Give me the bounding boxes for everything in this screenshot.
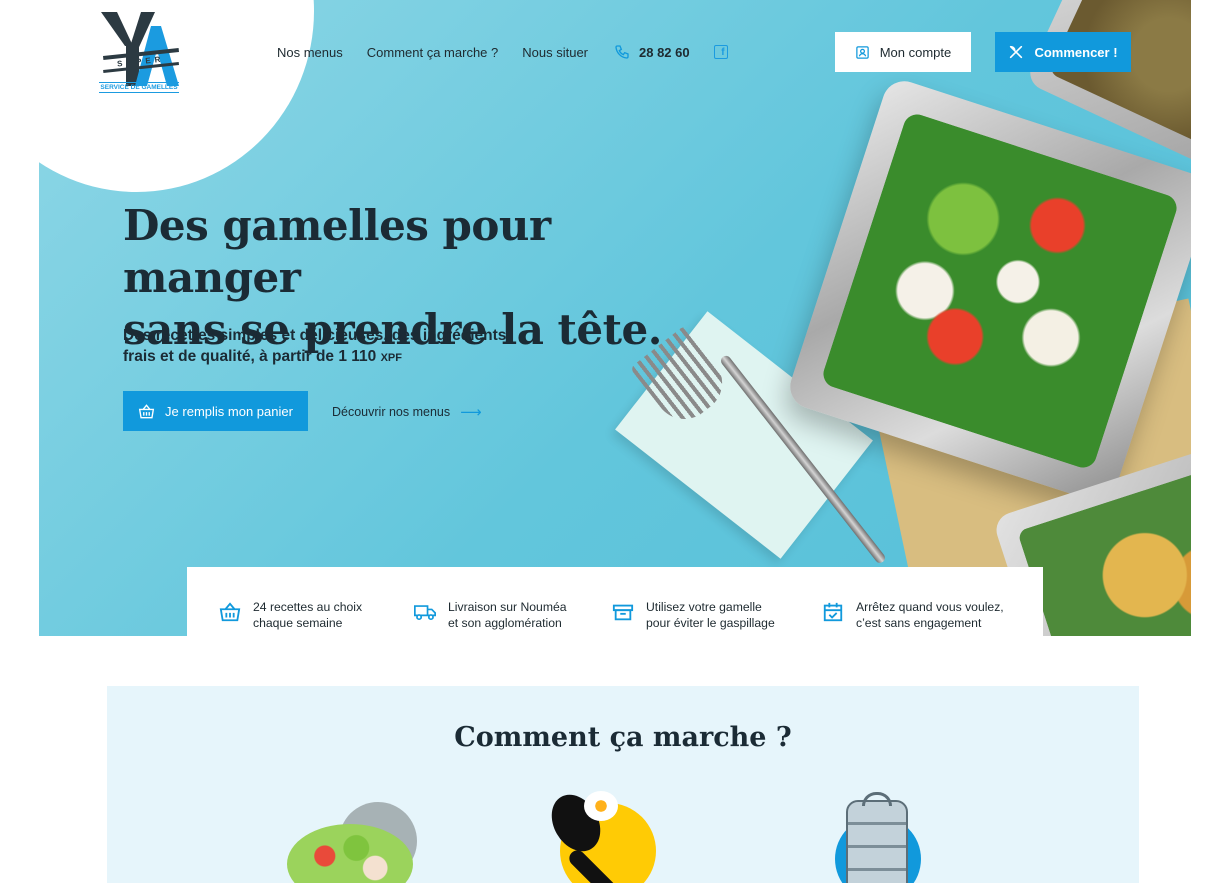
nav-link-menus[interactable]: Nos menus xyxy=(277,45,343,60)
discover-menus-link[interactable]: Découvrir nos menus ⟶ xyxy=(332,403,482,421)
phone-link[interactable]: 28 82 60 xyxy=(614,44,690,60)
phone-number: 28 82 60 xyxy=(639,44,690,60)
basket-icon xyxy=(219,602,241,622)
phone-icon xyxy=(615,45,629,59)
feature-line1: Arrêtez quand vous voulez, xyxy=(856,600,1004,614)
main-nav: Nos menus Comment ça marche ? Nous situe… xyxy=(277,44,728,60)
calendar-check-icon xyxy=(823,602,843,622)
hero-lead: Des recettes simples et délicieuses, des… xyxy=(123,325,553,369)
features-bar: 24 recettes au choix chaque semaine Livra… xyxy=(187,567,1043,636)
account-button[interactable]: Mon compte xyxy=(835,32,971,72)
nav-link-location[interactable]: Nous situer xyxy=(522,45,588,60)
start-button[interactable]: Commencer ! xyxy=(995,32,1131,72)
hero-title-line1: Des gamelles pour manger xyxy=(123,201,551,302)
feature-line2: pour éviter le gaspillage xyxy=(646,616,775,630)
start-button-label: Commencer ! xyxy=(1034,44,1118,60)
feature-line1: Utilisez votre gamelle xyxy=(646,600,762,614)
feature-recipes: 24 recettes au choix chaque semaine xyxy=(219,599,414,631)
how-it-works-title: Comment ça marche ? xyxy=(454,722,792,753)
feature-no-commitment: Arrêtez quand vous voulez, c’est sans eng… xyxy=(822,599,1032,631)
logo-tagline: SERVICE DE GAMELLES xyxy=(99,82,179,93)
feature-line1: 24 recettes au choix xyxy=(253,600,363,614)
feature-line2: et son agglomération xyxy=(448,616,562,630)
basket-icon xyxy=(138,403,155,418)
step-choose-image xyxy=(287,802,417,883)
hero-lead-line2: frais et de qualité, à partir de 1 110 xyxy=(123,348,377,365)
fill-cart-button[interactable]: Je remplis mon panier xyxy=(123,391,308,431)
cutlery-icon xyxy=(1010,45,1023,59)
account-button-label: Mon compte xyxy=(879,44,952,60)
discover-menus-label: Découvrir nos menus xyxy=(332,405,451,419)
hero-lead-line1: Des recettes simples et délicieuses, des… xyxy=(123,327,507,344)
facebook-icon[interactable]: f xyxy=(713,45,728,59)
fill-cart-button-label: Je remplis mon panier xyxy=(165,403,293,419)
hero-section: SUPER SERVICE DE GAMELLES Nos menus Comm… xyxy=(39,0,1191,636)
hero-lead-currency: XPF xyxy=(380,352,402,364)
box-icon xyxy=(612,604,634,621)
feature-reusable: Utilisez votre gamelle pour éviter le gas… xyxy=(612,599,822,631)
feature-line2: chaque semaine xyxy=(253,616,343,630)
arrow-right-icon: ⟶ xyxy=(460,404,482,421)
step-cook-image xyxy=(541,786,682,883)
step-tiffin-image xyxy=(832,792,932,883)
feature-delivery: Livraison sur Nouméa et son agglomération xyxy=(414,599,612,631)
user-icon xyxy=(855,45,869,59)
feature-line1: Livraison sur Nouméa xyxy=(448,600,567,614)
truck-icon xyxy=(414,605,436,621)
nav-link-how-it-works[interactable]: Comment ça marche ? xyxy=(367,45,499,60)
feature-line2: c’est sans engagement xyxy=(856,616,982,630)
how-it-works-section: Comment ça marche ? xyxy=(107,686,1139,883)
